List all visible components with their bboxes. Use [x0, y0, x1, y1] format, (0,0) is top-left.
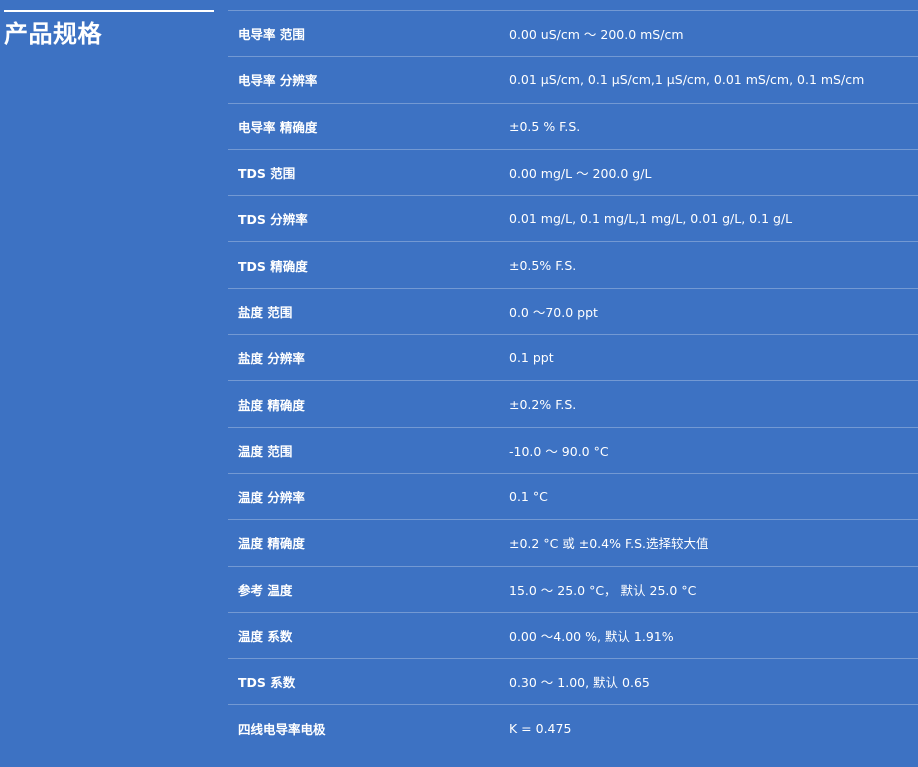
spec-table: 电导率 范围 0.00 uS/cm ～ 200.0 mS/cm 电导率 分辨率 0.0… [228, 10, 918, 752]
spec-value: 0.00 mg/L ～ 200.0 g/L [509, 166, 652, 182]
spec-row: 温度 系数 0.00 ～4.00 %, 默认 1.91% [228, 613, 918, 660]
spec-row: 电导率 范围 0.00 uS/cm ～ 200.0 mS/cm [228, 11, 918, 58]
spec-label: 盐度 范围 [238, 304, 293, 320]
spec-row: 温度 精确度 ±0.2 °C 或 ±0.4% F.S.选择较大值 [228, 520, 918, 567]
spec-value: ±0.2% F.S. [509, 396, 577, 412]
spec-value: 0.01 μS/cm, 0.1 μS/cm,1 μS/cm, 0.01 mS/c… [509, 72, 865, 88]
section-divider [4, 10, 214, 12]
spec-label: 盐度 分辨率 [238, 351, 305, 367]
product-spec-page: 产品规格 电导率 范围 0.00 uS/cm ～ 200.0 mS/cm 电导率 分… [0, 0, 918, 767]
spec-label: 盐度 精确度 [238, 397, 305, 413]
spec-row: 盐度 精确度 ±0.2% F.S. [228, 381, 918, 428]
spec-row: TDS 精确度 ±0.5% F.S. [228, 242, 918, 289]
spec-label: 参考 温度 [238, 582, 293, 598]
spec-value: 0.1 ppt [509, 350, 554, 366]
spec-value: 0.00 uS/cm ～ 200.0 mS/cm [509, 27, 684, 43]
spec-row: 电导率 精确度 ±0.5 % F.S. [228, 104, 918, 150]
spec-label: 四线电导率电极 [238, 722, 326, 738]
spec-value: 0.0 ～70.0 ppt [509, 304, 598, 320]
spec-label: 温度 系数 [238, 629, 293, 644]
section-title: 产品规格 [4, 20, 102, 48]
spec-row: TDS 系数 0.30 ～ 1.00, 默认 0.65 [228, 659, 918, 706]
spec-value: 15.0 ～ 25.0 °C， 默认 25.0 °C [509, 582, 697, 598]
spec-label: 电导率 精确度 [238, 119, 318, 135]
spec-label: TDS 范围 [238, 166, 296, 182]
spec-label: TDS 分辨率 [238, 212, 308, 228]
spec-row: 电导率 分辨率 0.01 μS/cm, 0.1 μS/cm,1 μS/cm, 0.… [228, 57, 918, 104]
spec-value: -10.0 ～ 90.0 °C [509, 443, 609, 459]
spec-value: 0.30 ～ 1.00, 默认 0.65 [509, 675, 650, 691]
spec-value: ±0.2 °C 或 ±0.4% F.S.选择较大值 [509, 536, 709, 552]
spec-label: 温度 精确度 [238, 536, 305, 552]
spec-row: 参考 温度 15.0 ～ 25.0 °C， 默认 25.0 °C [228, 567, 918, 613]
spec-label: 温度 范围 [238, 443, 293, 459]
spec-row: TDS 范围 0.00 mg/L ～ 200.0 g/L [228, 150, 918, 197]
spec-row: 温度 范围 -10.0 ～ 90.0 °C [228, 428, 918, 474]
spec-value: ±0.5 % F.S. [509, 118, 581, 134]
spec-value: K = 0.475 [509, 721, 572, 737]
spec-label: TDS 精确度 [238, 258, 308, 274]
spec-label: 电导率 分辨率 [238, 73, 318, 89]
spec-row: 温度 分辨率 0.1 °C [228, 474, 918, 521]
spec-row: 盐度 分辨率 0.1 ppt [228, 335, 918, 382]
spec-value: 0.1 °C [509, 489, 548, 505]
spec-label: 温度 分辨率 [238, 490, 305, 506]
spec-value: 0.00 ～4.00 %, 默认 1.91% [509, 629, 674, 644]
spec-row: TDS 分辨率 0.01 mg/L, 0.1 mg/L,1 mg/L, 0.01 … [228, 196, 918, 243]
spec-value: 0.01 mg/L, 0.1 mg/L,1 mg/L, 0.01 g/L, 0.… [509, 211, 793, 227]
spec-value: ±0.5% F.S. [509, 257, 577, 273]
spec-row: 四线电导率电极 K = 0.475 [228, 705, 918, 751]
spec-label: 电导率 范围 [238, 27, 305, 43]
spec-row: 盐度 范围 0.0 ～70.0 ppt [228, 289, 918, 336]
spec-label: TDS 系数 [238, 675, 296, 691]
